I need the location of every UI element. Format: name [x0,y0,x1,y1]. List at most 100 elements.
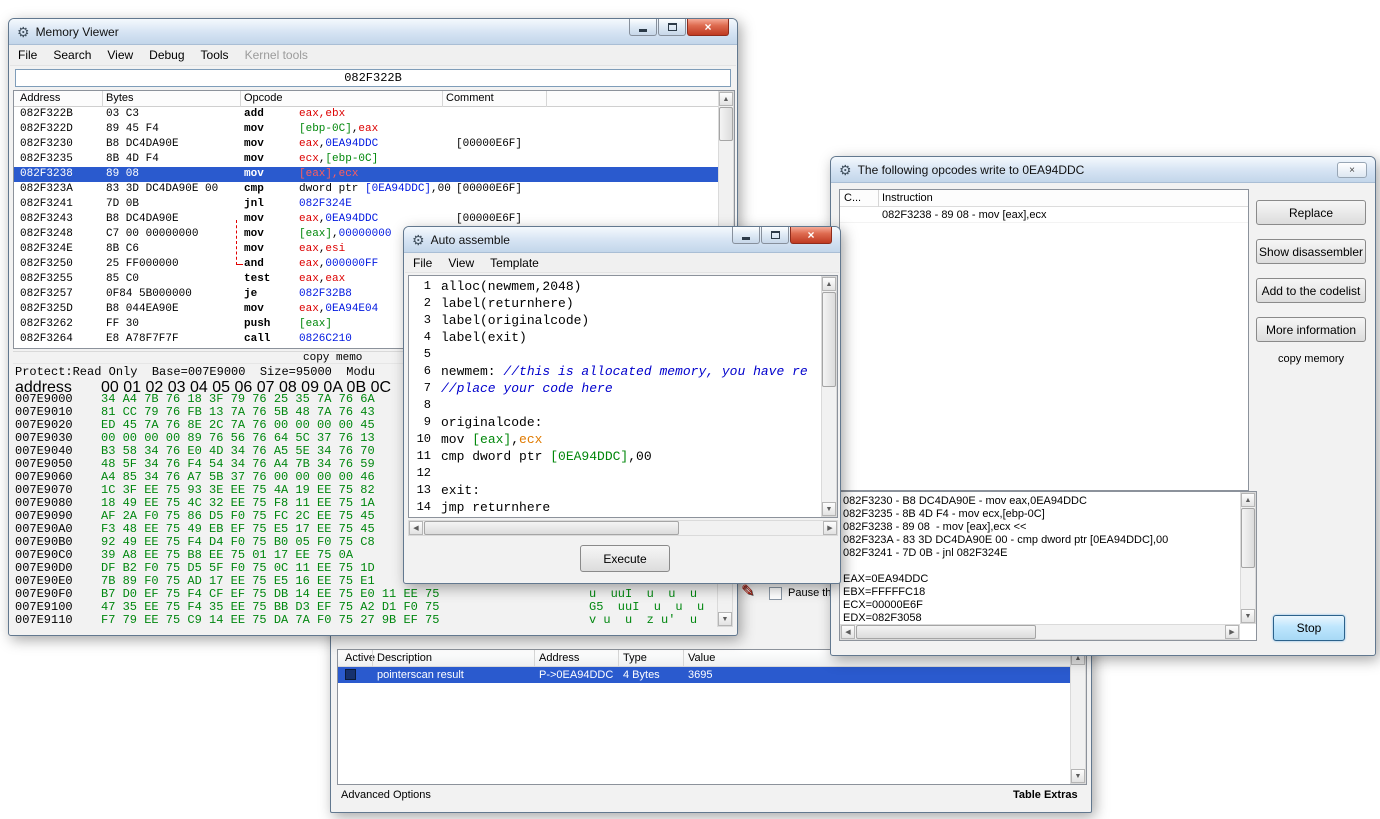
line-code: label(originalcode) [441,312,589,329]
add-to-codelist-button[interactable]: Add to the codelist [1256,278,1366,303]
line-code: alloc(newmem,2048) [441,278,581,295]
hex-row[interactable]: 007E9110F7 79 EE 75 C9 14 EE 75 DA 7A F0… [9,614,731,627]
scroll-down-icon[interactable]: ▼ [1241,609,1255,623]
close-button[interactable]: × [790,227,832,244]
col-type[interactable]: Type [623,652,647,664]
address-table-row[interactable]: pointerscan resultP->0EA94DDC4 Bytes3695 [338,667,1086,683]
menu-debug[interactable]: Debug [141,46,192,64]
extra-info-vscrollbar[interactable]: ▲ ▼ [1240,492,1256,624]
scroll-left-icon[interactable]: ◀ [409,521,423,535]
advanced-options-link[interactable]: Advanced Options [341,789,431,801]
script-line[interactable]: 5 [411,346,819,363]
disasm-row[interactable]: 082F3243B8 DC4DA90Emoveax,0EA94DDC[00000… [14,212,720,227]
replace-button[interactable]: Replace [1256,200,1366,225]
maximize-button[interactable] [761,227,789,244]
edit-pencil-icon[interactable]: ✎ [741,581,754,601]
minimize-button[interactable] [732,227,760,244]
minimize-button[interactable] [629,19,657,36]
execute-button[interactable]: Execute [580,545,670,572]
disasm-row[interactable]: 082F32358B 4D F4movecx,[ebp-0C] [14,152,720,167]
memory-viewer-titlebar[interactable]: ⚙ Memory Viewer [9,19,737,45]
scroll-down-icon[interactable]: ▼ [822,502,836,516]
opcode-list-panel[interactable]: C... Instruction 082F3238 - 89 08 - mov … [839,189,1249,491]
line-number: 12 [411,465,431,482]
menu-file[interactable]: File [405,254,440,272]
menu-template[interactable]: Template [482,254,547,272]
close-button[interactable]: × [687,19,729,36]
disasm-address: 082F325D [20,302,73,317]
pause-checkbox[interactable] [769,587,782,600]
col-instruction[interactable]: Instruction [882,192,933,204]
script-line[interactable]: 2label(returnhere) [411,295,819,312]
close-button[interactable]: × [1337,162,1367,178]
scroll-thumb[interactable] [719,107,733,141]
cell-value: 3695 [688,667,712,683]
script-line[interactable]: 12 [411,465,819,482]
more-information-button[interactable]: More information [1256,317,1366,342]
disasm-row[interactable]: 082F322D89 45 F4mov[ebp-0C],eax [14,122,720,137]
script-line[interactable]: 1alloc(newmem,2048) [411,278,819,295]
menu-search[interactable]: Search [45,46,99,64]
scroll-up-icon[interactable]: ▲ [822,277,836,291]
address-list-panel[interactable]: Active Description Address Type Value po… [337,649,1087,785]
disasm-row[interactable]: 082F3230B8 DC4DA90Emoveax,0EA94DDC[00000… [14,137,720,152]
script-line[interactable]: 14jmp returnhere [411,499,819,516]
address-bar-input[interactable]: 082F322B [15,69,731,87]
script-line[interactable]: 9originalcode: [411,414,819,431]
scroll-thumb[interactable] [856,625,1036,639]
extra-info-panel[interactable]: 082F3230 - B8 DC4DA90E - mov eax,0EA94DD… [839,491,1257,641]
opcodes-window-titlebar[interactable]: ⚙ The following opcodes write to 0EA94DD… [831,157,1375,183]
active-checkbox[interactable] [345,669,356,680]
scroll-right-icon[interactable]: ▶ [823,521,837,535]
menu-tools[interactable]: Tools [193,46,237,64]
col-opcode[interactable]: Opcode [244,92,283,104]
scroll-thumb[interactable] [822,292,836,387]
disasm-row[interactable]: 082F32417D 0Bjnl082F324E [14,197,720,212]
scroll-thumb[interactable] [1241,508,1255,568]
script-line[interactable]: 11cmp dword ptr [0EA94DDC],00 [411,448,819,465]
script-editor[interactable]: 1alloc(newmem,2048)2label(returnhere)3la… [408,275,838,518]
disasm-row[interactable]: 082F323889 08mov[eax],ecx [14,167,720,182]
col-description[interactable]: Description [377,652,432,664]
col-count[interactable]: C... [844,192,861,204]
col-address[interactable]: Address [539,652,579,664]
address-list-scrollbar[interactable]: ▲ ▼ [1070,650,1086,784]
col-comment[interactable]: Comment [446,92,494,104]
script-line[interactable]: 13exit: [411,482,819,499]
script-line[interactable]: 3label(originalcode) [411,312,819,329]
scroll-down-icon[interactable]: ▼ [718,612,732,626]
show-disassembler-button[interactable]: Show disassembler [1256,239,1366,264]
col-address[interactable]: Address [20,92,60,104]
scroll-down-icon[interactable]: ▼ [1071,769,1085,783]
scroll-thumb[interactable] [424,521,679,535]
maximize-button[interactable] [658,19,686,36]
scroll-up-icon[interactable]: ▲ [1241,493,1255,507]
opcodes-write-window[interactable]: ⚙ The following opcodes write to 0EA94DD… [830,156,1376,656]
script-line[interactable]: 6newmem: //this is allocated memory, you… [411,363,819,380]
editor-vscrollbar[interactable]: ▲ ▼ [821,276,837,517]
disasm-row[interactable]: 082F323A83 3D DC4DA90E 00cmpdword ptr [0… [14,182,720,197]
script-line[interactable]: 10mov [eax],ecx [411,431,819,448]
scroll-left-icon[interactable]: ◀ [841,625,855,639]
script-line[interactable]: 4label(exit) [411,329,819,346]
script-line[interactable]: 7//place your code here [411,380,819,397]
col-bytes[interactable]: Bytes [106,92,134,104]
editor-hscrollbar[interactable]: ◀ ▶ [408,520,838,536]
copy-memory-label: copy memory [1256,353,1366,365]
col-active[interactable]: Active [345,652,375,664]
menu-file[interactable]: File [10,46,45,64]
table-extras-link[interactable]: Table Extras [1013,789,1078,801]
script-line[interactable]: 8 [411,397,819,414]
window-title: The following opcodes write to 0EA94DDC [858,163,1085,177]
extra-info-hscrollbar[interactable]: ◀ ▶ [840,624,1240,640]
auto-assemble-window[interactable]: ⚙ Auto assemble × File View Template 1al… [403,226,841,584]
scroll-right-icon[interactable]: ▶ [1225,625,1239,639]
col-value[interactable]: Value [688,652,715,664]
scroll-up-icon[interactable]: ▲ [719,92,733,106]
disasm-row[interactable]: 082F322B03 C3addeax,ebx [14,107,720,122]
menu-view[interactable]: View [99,46,141,64]
menu-view[interactable]: View [440,254,482,272]
opcode-list-item[interactable]: 082F3238 - 89 08 - mov [eax],ecx [840,207,1248,223]
window-title: Memory Viewer [36,25,119,39]
stop-button[interactable]: Stop [1273,615,1345,641]
